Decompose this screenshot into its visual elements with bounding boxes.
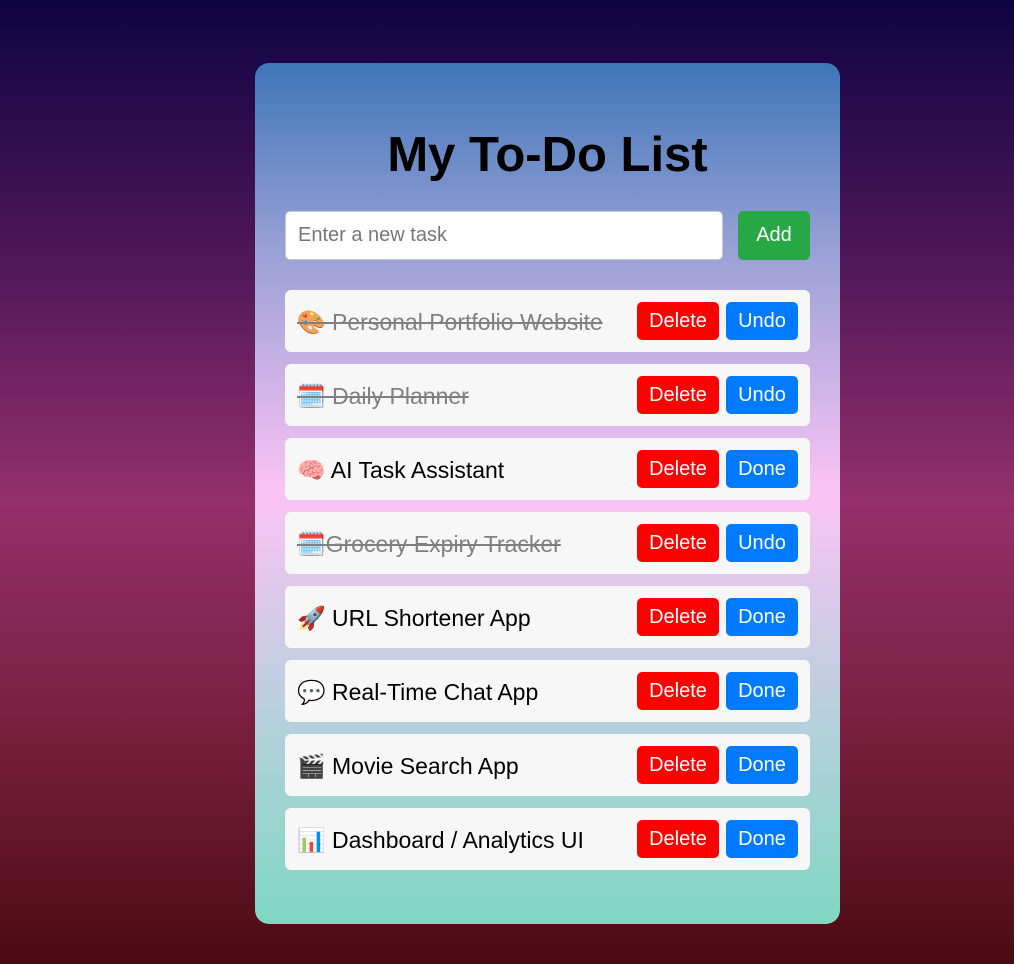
done-task-button[interactable]: Done <box>726 672 798 710</box>
done-task-button[interactable]: Done <box>726 598 798 636</box>
delete-task-button[interactable]: Delete <box>637 820 719 858</box>
task-text[interactable]: 🎨 Personal Portfolio Website <box>297 306 637 336</box>
task-text[interactable]: 🚀 URL Shortener App <box>297 602 637 632</box>
task-text[interactable]: 🧠 AI Task Assistant <box>297 454 637 484</box>
page-title: My To-Do List <box>387 128 708 182</box>
done-task-button[interactable]: Done <box>726 746 798 784</box>
task-text[interactable]: 📊 Dashboard / Analytics UI <box>297 824 637 854</box>
task-text[interactable]: 💬 Real-Time Chat App <box>297 676 637 706</box>
delete-task-button[interactable]: Delete <box>637 302 719 340</box>
delete-task-button[interactable]: Delete <box>637 598 719 636</box>
task-text[interactable]: 🗓️Grocery Expiry Tracker <box>297 528 637 558</box>
done-task-button[interactable]: Done <box>726 450 798 488</box>
delete-task-button[interactable]: Delete <box>637 450 719 488</box>
task-item: 🗓️Grocery Expiry Tracker Delete Undo <box>285 512 810 574</box>
delete-task-button[interactable]: Delete <box>637 746 719 784</box>
task-text[interactable]: 🎬 Movie Search App <box>297 750 637 780</box>
done-task-button[interactable]: Done <box>726 820 798 858</box>
task-item: 🎨 Personal Portfolio Website Delete Undo <box>285 290 810 352</box>
undo-task-button[interactable]: Undo <box>726 376 798 414</box>
task-text[interactable]: 🗓️ Daily Planner <box>297 380 637 410</box>
task-item: 🚀 URL Shortener App Delete Done <box>285 586 810 648</box>
new-task-form: Add <box>285 211 810 260</box>
task-item: 🎬 Movie Search App Delete Done <box>285 734 810 796</box>
task-item: 🧠 AI Task Assistant Delete Done <box>285 438 810 500</box>
todo-card: My To-Do List Add 🎨 Personal Portfolio W… <box>255 63 840 924</box>
undo-task-button[interactable]: Undo <box>726 524 798 562</box>
task-item: 💬 Real-Time Chat App Delete Done <box>285 660 810 722</box>
delete-task-button[interactable]: Delete <box>637 524 719 562</box>
delete-task-button[interactable]: Delete <box>637 376 719 414</box>
task-item: 🗓️ Daily Planner Delete Undo <box>285 364 810 426</box>
task-list: 🎨 Personal Portfolio Website Delete Undo… <box>285 290 810 882</box>
add-task-button[interactable]: Add <box>738 211 810 260</box>
task-item: 📊 Dashboard / Analytics UI Delete Done <box>285 808 810 870</box>
new-task-input[interactable] <box>285 211 723 260</box>
delete-task-button[interactable]: Delete <box>637 672 719 710</box>
undo-task-button[interactable]: Undo <box>726 302 798 340</box>
